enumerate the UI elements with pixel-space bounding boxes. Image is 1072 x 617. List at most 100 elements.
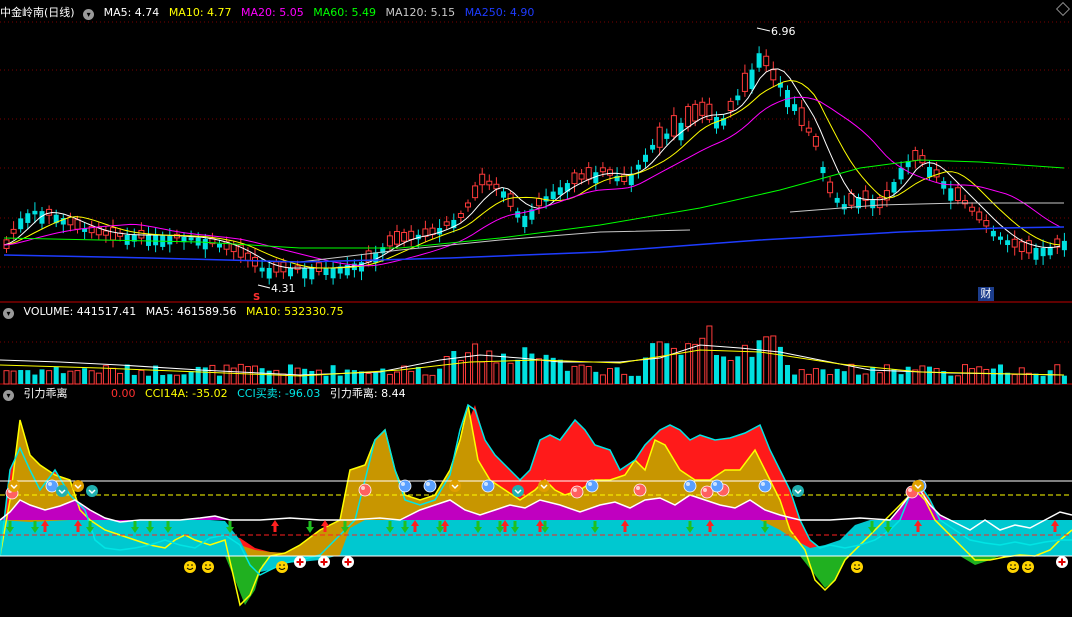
candle: [834, 192, 840, 208]
candle: [515, 207, 521, 223]
volume-bar: [507, 362, 514, 385]
volume-bar: [74, 370, 81, 385]
volume-bar: [422, 374, 429, 385]
candle: [812, 133, 819, 151]
volume-bar: [266, 370, 272, 384]
cyan-area: [0, 520, 1072, 572]
candle: [883, 181, 890, 208]
volume-bar: [564, 370, 570, 384]
cci-indicator-area: [0, 403, 1072, 607]
volume-bar: [46, 370, 53, 385]
candle: [486, 174, 493, 191]
gold-chevron-icon: [72, 480, 84, 492]
candle: [650, 138, 656, 153]
gold-chevron-icon: [449, 480, 461, 492]
candle: [706, 97, 713, 123]
candle: [522, 210, 528, 234]
volume-bar: [571, 365, 578, 385]
candle: [827, 176, 834, 198]
smiley-icon: [276, 561, 288, 573]
volume-bar: [415, 366, 421, 384]
volume-bar: [557, 359, 563, 384]
volume-bar: [337, 375, 343, 384]
volume-bar: [1047, 370, 1053, 384]
volume-bar: [664, 343, 670, 384]
volume-bar: [536, 358, 542, 385]
volume-bar: [621, 373, 628, 385]
volume-bar: [827, 374, 834, 385]
volume-bar: [32, 374, 38, 384]
candle: [1011, 230, 1018, 256]
candle: [337, 262, 343, 279]
volume-bar: [1033, 373, 1039, 384]
volume-bar: [501, 353, 506, 384]
candle: [60, 214, 66, 234]
volume-bar: [273, 369, 280, 385]
candle: [386, 231, 393, 253]
blue-ball-icon: [683, 479, 697, 493]
volume-bar: [599, 374, 606, 385]
volume-bar: [1018, 367, 1025, 385]
candle: [798, 100, 805, 132]
down-arrow-icon: [306, 521, 314, 533]
volume-bar: [429, 374, 436, 385]
volume-bar: [10, 370, 17, 385]
volume-bar: [386, 373, 393, 385]
volume-bar: [457, 359, 464, 385]
red-ball-icon: [633, 483, 647, 497]
volume-bar: [628, 375, 634, 384]
volume-bar: [976, 366, 983, 385]
up-arrow-icon: [271, 520, 279, 532]
candle: [741, 64, 748, 97]
volume-bar: [656, 341, 663, 385]
volume-bar: [323, 375, 329, 384]
volume-bar: [302, 368, 308, 384]
volume-bar: [124, 364, 130, 384]
candle: [437, 219, 443, 243]
volume-bar: [95, 372, 102, 385]
candle: [862, 185, 869, 209]
candle: [266, 260, 272, 285]
candle: [181, 232, 187, 250]
volume-bar: [756, 340, 762, 384]
candle: [643, 148, 648, 169]
candle: [1047, 242, 1053, 260]
candle: [841, 195, 847, 215]
smiley-icon: [1022, 561, 1034, 573]
smiley-icon: [1007, 561, 1019, 573]
volume-bar: [1061, 375, 1067, 384]
volume-bar: [209, 364, 216, 385]
volume-bar: [117, 372, 124, 385]
volume-bar: [153, 365, 159, 384]
smiley-icon: [851, 561, 863, 573]
candle: [351, 259, 357, 278]
candle: [735, 88, 741, 106]
volume-bar: [714, 355, 719, 384]
volume-bar: [919, 365, 926, 385]
red-ball-icon: [358, 483, 372, 497]
volume-bar: [927, 366, 932, 384]
candle: [770, 61, 777, 88]
volume-bar: [309, 370, 315, 384]
volume-bar: [315, 369, 322, 385]
candle: [323, 261, 329, 281]
volume-bar: [344, 369, 350, 384]
volume-bar: [522, 347, 528, 384]
teal-chevron-icon: [792, 485, 804, 497]
candle: [39, 206, 45, 230]
volume-bar: [39, 369, 45, 384]
volume-bar: [933, 368, 940, 385]
candle: [962, 194, 968, 209]
volume-bar: [1025, 372, 1032, 385]
volume-bar: [614, 367, 620, 384]
volume-bar: [82, 368, 88, 384]
volume-bar: [812, 368, 819, 385]
candle: [95, 221, 102, 240]
candle: [82, 223, 88, 240]
blue-ball-icon: [398, 479, 412, 493]
volume-bar: [798, 369, 805, 385]
volume-bar: [230, 367, 237, 385]
candle: [756, 46, 762, 72]
blue-ball-icon: [585, 479, 599, 493]
gold-chevron-icon: [912, 480, 924, 492]
